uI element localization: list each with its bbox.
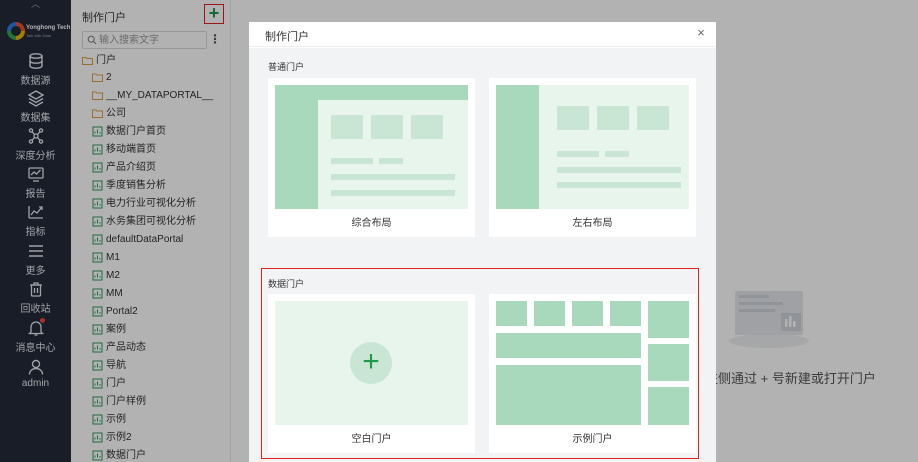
preview-block [572,301,603,326]
preview-block [371,115,403,139]
preview-block [411,115,443,139]
preview-block [331,115,363,139]
preview-block [496,365,641,425]
preview-block [597,106,629,130]
preview-block [648,387,689,425]
preview-block [331,190,455,196]
dialog-title: 制作门户 [265,31,309,43]
section-label-data-portal: 数据门户 [268,279,305,289]
template-label: 示例门户 [572,434,613,445]
preview-block [557,106,589,130]
section-label-normal-portal: 普通门户 [268,62,305,72]
template-label: 空白门户 [351,434,392,445]
preview-block [557,182,681,188]
preview-block [557,151,599,157]
preview-block [648,344,689,381]
template-card-composite[interactable]: 综合布局 [268,78,475,237]
dialog-header: 制作门户 × [249,22,716,47]
preview-block [496,85,539,209]
preview-block [637,106,669,130]
preview-block [331,174,455,180]
preview-block [496,301,527,326]
preview-block [648,301,689,338]
preview-block [557,167,681,173]
template-card-left-right[interactable]: 左右布局 [489,78,696,237]
preview-block [379,158,403,164]
preview-block [331,158,373,164]
template-preview: + [275,301,468,425]
dialog-body: 普通门户 综合布局 左右布局 数据门户 + 空白门户 示例门户 [249,48,716,462]
template-preview [275,85,468,209]
template-card-example[interactable]: 示例门户 [489,294,696,453]
create-portal-dialog: 制作门户 × 普通门户 综合布局 左右布局 数据门户 + 空白门户 示例门户 [249,22,716,462]
template-preview [496,301,689,425]
template-label: 左右布局 [572,218,613,229]
template-preview [496,85,689,209]
template-label: 综合布局 [351,218,392,229]
preview-block [275,85,468,100]
preview-block [275,100,318,209]
plus-icon: + [350,342,392,384]
preview-block [610,301,641,326]
preview-block [534,301,565,326]
preview-block [496,333,641,358]
close-icon[interactable]: × [694,26,708,40]
template-card-blank[interactable]: + 空白门户 [268,294,475,453]
preview-block [605,151,629,157]
